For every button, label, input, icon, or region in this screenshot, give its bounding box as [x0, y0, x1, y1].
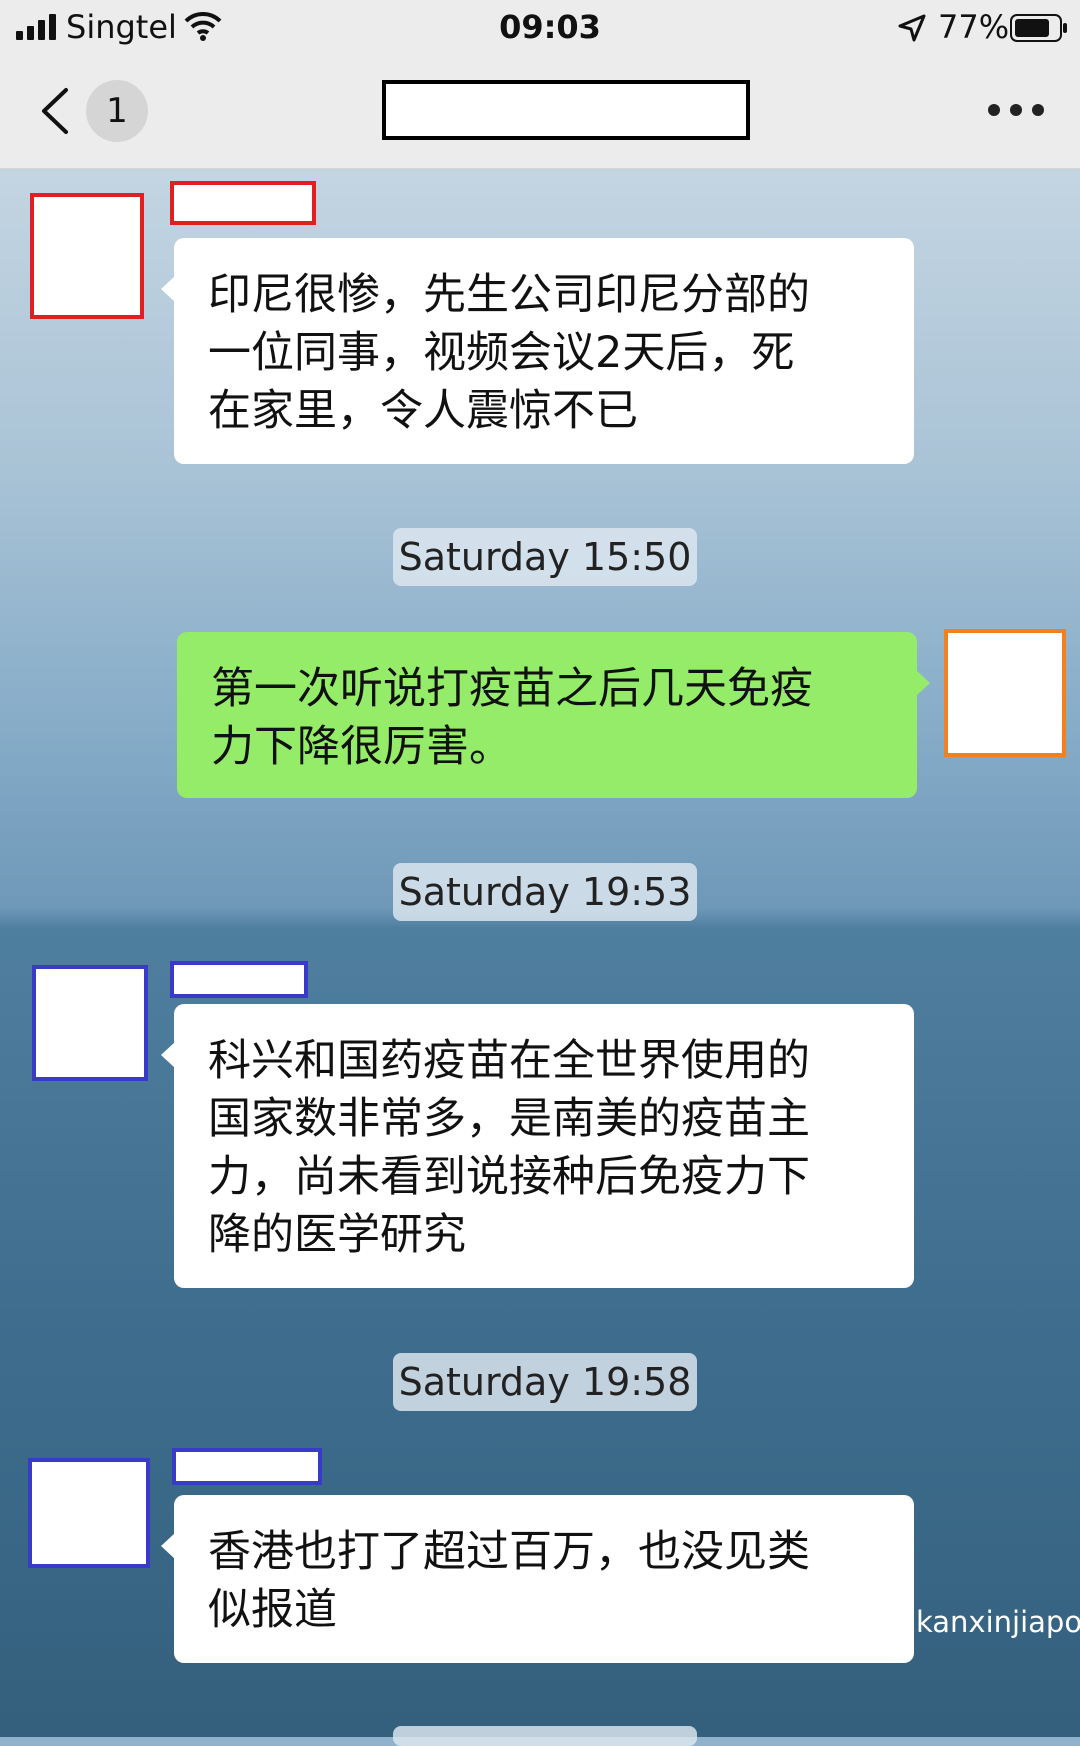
message-bubble[interactable]: 科兴和国药疫苗在全世界使用的 国家数非常多，是南美的疫苗主 力，尚未看到说接种后… [161, 1004, 914, 1288]
timestamp-divider: Saturday 19:58 [393, 1353, 697, 1411]
sender-avatar-redacted[interactable] [30, 193, 144, 319]
battery-icon [1010, 14, 1067, 42]
message-line: 在家里，令人震惊不已 [208, 386, 638, 436]
sender-avatar-redacted[interactable] [32, 965, 148, 1081]
chat-title-redacted [382, 80, 750, 140]
message-bubble-self[interactable]: 第一次听说打疫苗之后几天免疫 力下降很厉害。 [177, 632, 930, 798]
watermark-text: 微信号: kanxinjiapo [810, 1605, 1080, 1639]
sender-name-redacted [172, 1448, 322, 1485]
message-line: 降的医学研究 [208, 1210, 466, 1260]
message-line: 第一次听说打疫苗之后几天免疫 [211, 664, 813, 714]
chevron-left-icon[interactable] [38, 86, 72, 136]
message-line: 印尼很惨，先生公司印尼分部的 [208, 270, 810, 320]
self-avatar-redacted[interactable] [944, 629, 1066, 757]
message-line: 国家数非常多，是南美的疫苗主 [208, 1094, 810, 1144]
message-line: 力，尚未看到说接种后免疫力下 [208, 1152, 810, 1202]
message-bubble[interactable]: 印尼很惨，先生公司印尼分部的 一位同事，视频会议2天后，死 在家里，令人震惊不已 [161, 238, 914, 464]
message-line: 一位同事，视频会议2天后，死 [208, 328, 795, 378]
location-arrow-icon [898, 14, 926, 42]
sender-name-redacted [170, 181, 316, 225]
timestamp-divider: Saturday 15:50 [393, 528, 697, 586]
message-line: 科兴和国药疫苗在全世界使用的 [208, 1036, 810, 1086]
battery-percentage: 77% [938, 8, 1010, 46]
status-bar: Singtel 09:03 77% [0, 0, 1080, 56]
chat-header: 1 [0, 56, 1080, 169]
timestamp-divider: Saturday 19:53 [393, 863, 697, 921]
unread-count-badge[interactable]: 1 [86, 80, 148, 142]
message-bubble[interactable]: 香港也打了超过百万，也没见类 似报道 [161, 1495, 914, 1663]
wechat-icon [758, 1603, 802, 1638]
timestamp-divider-partial [393, 1726, 697, 1746]
more-dots-icon[interactable] [988, 104, 1044, 118]
sender-name-redacted [170, 961, 308, 998]
message-line: 香港也打了超过百万，也没见类 [208, 1527, 810, 1577]
sender-avatar-redacted[interactable] [28, 1458, 150, 1568]
message-line: 力下降很厉害。 [211, 722, 512, 772]
